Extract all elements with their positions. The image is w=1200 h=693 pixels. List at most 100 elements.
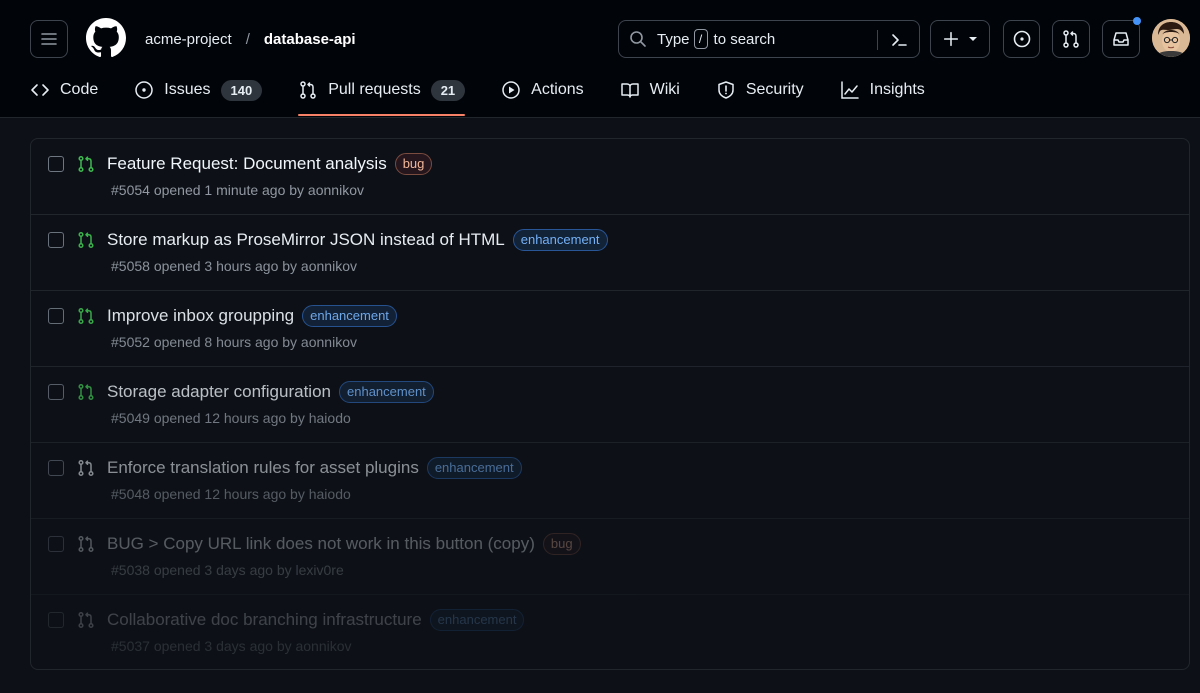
pull-request-list: Feature Request: Document analysis bug #… [30,138,1190,670]
search-placeholder-prefix: Type [657,30,690,48]
pull-request-title-line: Feature Request: Document analysis bug [107,153,433,175]
github-logo-icon[interactable] [86,18,126,58]
pull-request-title-link[interactable]: Feature Request: Document analysis [107,154,387,174]
breadcrumb-separator: / [245,30,250,48]
pull-request-title-link[interactable]: Collaborative doc branching infrastructu… [107,610,422,630]
select-checkbox[interactable] [48,612,64,628]
pull-request-icon [1063,30,1079,48]
hamburger-icon [41,33,57,45]
tab-issues[interactable]: Issues 140 [134,76,263,104]
repo-owner-link[interactable]: acme-project [145,31,232,48]
tab-label: Security [745,81,804,98]
label-badge[interactable]: bug [542,533,581,555]
select-checkbox[interactable] [48,156,64,172]
shield-icon [718,81,734,99]
search-input[interactable]: Type / to search [618,20,920,58]
pull-request-meta: #5049 opened 12 hours ago by haiodo [111,410,351,426]
select-checkbox[interactable] [48,308,64,324]
open-pull-request-icon [78,155,94,173]
pull-request-title-line: Enforce translation rules for asset plug… [107,457,522,479]
tab-actions[interactable]: Actions [501,76,584,104]
tab-label: Code [60,81,99,98]
inbox-icon [1113,32,1129,46]
tab-label: Wiki [649,81,680,98]
open-pull-request-icon [78,307,94,325]
pull-requests-count-badge: 21 [430,79,466,101]
label-badge[interactable]: bug [394,153,433,175]
graph-icon [840,81,859,99]
avatar[interactable] [1152,19,1190,57]
your-issues-button[interactable] [1003,20,1040,58]
your-pull-requests-button[interactable] [1052,20,1090,58]
search-divider [877,30,878,50]
pull-request-row[interactable]: Improve inbox groupping enhancement #505… [31,291,1189,367]
notifications-button[interactable] [1102,20,1140,58]
play-icon [502,81,520,99]
issue-icon [135,81,153,99]
pull-request-title-line: Storage adapter configuration enhancemen… [107,381,434,403]
notification-indicator [1133,17,1141,25]
issues-count-badge: 140 [220,79,263,101]
pull-request-title-link[interactable]: BUG > Copy URL link does not work in thi… [107,534,535,554]
search-icon [630,31,646,47]
label-badge[interactable]: enhancement [512,229,608,251]
tab-code[interactable]: Code [30,76,98,104]
pull-request-icon [300,81,316,99]
pull-request-row[interactable]: BUG > Copy URL link does not work in thi… [31,519,1189,595]
tab-label: Pull requests [328,81,421,98]
repo-name-link[interactable]: database-api [264,31,356,48]
tab-label: Issues [164,81,211,98]
pull-request-title-line: Store markup as ProseMirror JSON instead… [107,229,608,251]
app-header: acme-project / database-api Type / to se… [0,0,1200,118]
label-badge[interactable]: enhancement [426,457,522,479]
code-icon [31,84,49,96]
select-checkbox[interactable] [48,384,64,400]
open-pull-request-icon [78,611,94,629]
open-pull-request-icon [78,459,94,477]
command-palette-icon[interactable] [889,30,909,50]
tab-pull-requests[interactable]: Pull requests 21 [298,76,466,116]
pull-request-title-link[interactable]: Storage adapter configuration [107,382,331,402]
breadcrumb: acme-project / database-api [145,28,356,50]
pull-request-title-link[interactable]: Enforce translation rules for asset plug… [107,458,419,478]
pull-request-meta: #5038 opened 3 days ago by lexiv0re [111,562,344,578]
select-checkbox[interactable] [48,536,64,552]
select-checkbox[interactable] [48,232,64,248]
pull-request-row[interactable]: Enforce translation rules for asset plug… [31,443,1189,519]
label-badge[interactable]: enhancement [429,609,525,631]
pull-request-row[interactable]: Feature Request: Document analysis bug #… [31,139,1189,215]
pull-request-meta: #5048 opened 12 hours ago by haiodo [111,486,351,502]
tab-wiki[interactable]: Wiki [620,76,680,104]
create-new-button[interactable] [930,20,990,58]
tab-insights[interactable]: Insights [840,76,925,104]
pull-request-title-line: Improve inbox groupping enhancement [107,305,397,327]
open-pull-request-icon [78,231,94,249]
repo-tabs: Code Issues 140 Pull requests 21 Actions… [30,76,961,118]
menu-button[interactable] [30,20,68,58]
pull-request-meta: #5052 opened 8 hours ago by aonnikov [111,334,357,350]
label-badge[interactable]: enhancement [302,305,397,327]
label-badge[interactable]: enhancement [339,381,434,403]
select-checkbox[interactable] [48,460,64,476]
search-shortcut-key: / [693,29,708,49]
pull-request-title-link[interactable]: Store markup as ProseMirror JSON instead… [107,230,505,250]
issue-opened-icon [1013,30,1030,48]
pull-request-meta: #5058 opened 3 hours ago by aonnikov [111,258,357,274]
caret-down-icon [969,37,977,41]
pull-request-meta: #5037 opened 3 days ago by aonnikov [111,638,352,654]
open-pull-request-icon [78,383,94,401]
pull-request-meta: #5054 opened 1 minute ago by aonnikov [111,182,364,198]
tab-label: Actions [531,81,584,98]
pull-request-row[interactable]: Store markup as ProseMirror JSON instead… [31,215,1189,291]
pull-request-row[interactable]: Storage adapter configuration enhancemen… [31,367,1189,443]
tab-label: Insights [869,81,925,98]
pull-request-title-link[interactable]: Improve inbox groupping [107,306,294,326]
pull-request-row[interactable]: Collaborative doc branching infrastructu… [31,595,1189,669]
top-bar: acme-project / database-api Type / to se… [0,0,1200,76]
pull-request-title-line: BUG > Copy URL link does not work in thi… [107,533,581,555]
tab-security[interactable]: Security [716,76,804,104]
pull-request-title-line: Collaborative doc branching infrastructu… [107,609,525,631]
plus-icon [943,31,959,47]
book-icon [620,83,639,98]
user-avatar-icon [1152,19,1190,57]
